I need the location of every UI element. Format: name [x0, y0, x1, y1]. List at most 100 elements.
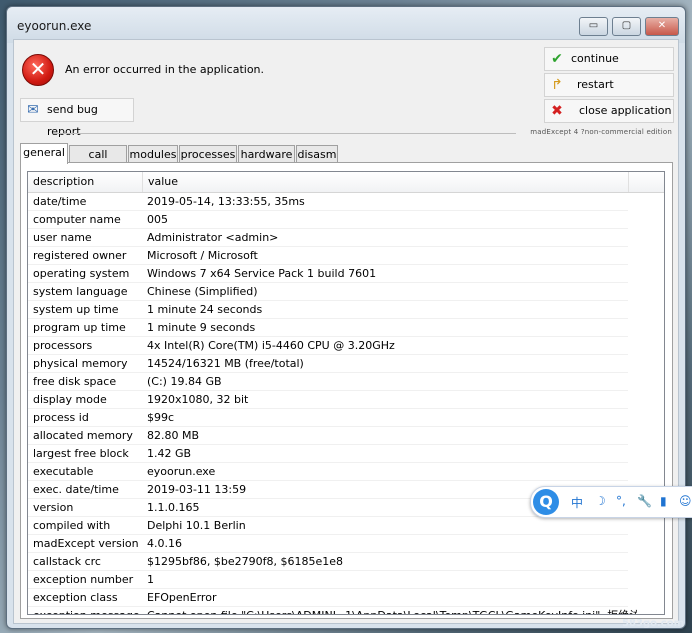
row-value: $99c [147, 411, 175, 424]
title-bar[interactable]: eyoorun.exe ▭ ▢ ✕ [7, 7, 685, 43]
row-description: user name [33, 231, 92, 244]
row-description: compiled with [33, 519, 111, 532]
table-row[interactable]: user name Administrator <admin> [28, 229, 628, 247]
table-row[interactable]: exception number 1 [28, 571, 628, 589]
close-x-icon: ✖ [551, 103, 563, 119]
row-description: computer name [33, 213, 121, 226]
row-value: Windows 7 x64 Service Pack 1 build 7601 [147, 267, 377, 280]
row-description: program up time [33, 321, 126, 334]
row-value: Administrator <admin> [147, 231, 279, 244]
window-title: eyoorun.exe [17, 19, 92, 33]
table-row[interactable]: processors 4x Intel(R) Core(TM) i5-4460 C… [28, 337, 628, 355]
table-row[interactable]: operating system Windows 7 x64 Service Pa… [28, 265, 628, 283]
table-row[interactable]: allocated memory 82.80 MB [28, 427, 628, 445]
table-row[interactable]: program up time 1 minute 9 seconds [28, 319, 628, 337]
table-row[interactable]: exception message Cannot open file "C:\Us… [28, 607, 637, 614]
row-description: exec. date/time [33, 483, 119, 496]
details-list[interactable]: description value date/time 2019-05-14, 1… [27, 171, 665, 615]
checkmark-icon: ✔ [551, 51, 563, 67]
row-description: registered owner [33, 249, 127, 262]
watermark: 583go.com [622, 618, 684, 629]
error-dialog-window: eyoorun.exe ▭ ▢ ✕ ✕ An error occurred in… [6, 6, 686, 629]
table-row[interactable]: process id $99c [28, 409, 628, 427]
ime-language[interactable]: 中 [571, 494, 583, 511]
table-row[interactable]: system language Chinese (Simplified) [28, 283, 628, 301]
row-description: madExcept version [33, 537, 139, 550]
error-message: An error occurred in the application. [65, 63, 265, 76]
row-value: EFOpenError [147, 591, 217, 604]
table-row[interactable]: physical memory 14524/16321 MB (free/tota… [28, 355, 628, 373]
table-row[interactable]: display mode 1920x1080, 32 bit [28, 391, 628, 409]
row-value: 1920x1080, 32 bit [147, 393, 249, 406]
general-panel: description value date/time 2019-05-14, 1… [20, 162, 673, 619]
tab-modules[interactable]: modules [128, 145, 178, 163]
tab-disasm[interactable]: disasm [296, 145, 338, 163]
row-description: allocated memory [33, 429, 133, 442]
close-application-button[interactable]: ✖ close application [544, 99, 674, 123]
send-bug-report-button[interactable]: ✉ send bug report [20, 98, 134, 138]
row-value: 82.80 MB [147, 429, 200, 442]
row-value: 1 [147, 573, 154, 586]
row-value: Microsoft / Microsoft [147, 249, 258, 262]
list-rows: date/time 2019-05-14, 13:33:55, 35ms compu… [28, 193, 637, 614]
column-header-description[interactable]: description [28, 172, 143, 192]
restart-application-button[interactable]: ↱ restart application [544, 73, 674, 113]
row-description: executable [33, 465, 94, 478]
row-value: 1.42 GB [147, 447, 192, 460]
envelope-icon: ✉ [27, 102, 39, 118]
tab-processes[interactable]: processes [179, 145, 237, 163]
row-value: (C:) 19.84 GB [147, 375, 222, 388]
table-row[interactable]: madExcept version 4.0.16 [28, 535, 628, 553]
table-row[interactable]: exception class EFOpenError [28, 589, 628, 607]
edition-label: madExcept 4 ?non-commercial edition [530, 128, 672, 136]
emoji-icon[interactable]: ☺ [679, 494, 692, 508]
table-row[interactable]: callstack crc $1295bf86, $be2790f8, $6185… [28, 553, 628, 571]
row-value: Chinese (Simplified) [147, 285, 258, 298]
row-value: 1 minute 24 seconds [147, 303, 263, 316]
row-value: 1 minute 9 seconds [147, 321, 256, 334]
close-window-button[interactable]: ✕ [645, 17, 679, 36]
moon-icon[interactable]: ☽ [595, 494, 606, 508]
row-value: 2019-05-14, 13:33:55, 35ms [147, 195, 305, 208]
maximize-button[interactable]: ▢ [612, 17, 641, 36]
table-row[interactable]: registered owner Microsoft / Microsoft [28, 247, 628, 265]
row-description: date/time [33, 195, 87, 208]
row-description: physical memory [33, 357, 128, 370]
row-description: display mode [33, 393, 107, 406]
dialog-client: ✕ An error occurred in the application. … [13, 39, 679, 624]
punctuation-icon[interactable]: °, [616, 494, 626, 508]
row-description: callstack crc [33, 555, 101, 568]
table-row[interactable]: compiled with Delphi 10.1 Berlin [28, 517, 628, 535]
row-description: largest free block [33, 447, 129, 460]
table-row[interactable]: date/time 2019-05-14, 13:33:55, 35ms [28, 193, 628, 211]
row-description: exception number [33, 573, 134, 586]
row-description: free disk space [33, 375, 117, 388]
tab-call-stacks[interactable]: call stacks [69, 145, 127, 178]
row-value: $1295bf86, $be2790f8, $6185e1e8 [147, 555, 343, 568]
column-header-value[interactable]: value [143, 172, 629, 192]
row-description: system up time [33, 303, 119, 316]
row-description: version [33, 501, 74, 514]
row-value: 14524/16321 MB (free/total) [147, 357, 304, 370]
minimize-button[interactable]: ▭ [579, 17, 608, 36]
table-row[interactable]: largest free block 1.42 GB [28, 445, 628, 463]
wrench-icon[interactable]: 🔧 [637, 494, 652, 508]
ime-logo-icon[interactable]: Q [533, 489, 559, 515]
tab-hardware[interactable]: hardware [238, 145, 295, 163]
row-value: eyoorun.exe [147, 465, 216, 478]
table-row[interactable]: computer name 005 [28, 211, 628, 229]
clipboard-icon[interactable]: ▮ [660, 494, 667, 508]
row-description: operating system [33, 267, 130, 280]
table-row[interactable]: executable eyoorun.exe [28, 463, 628, 481]
row-description: system language [33, 285, 128, 298]
tab-general[interactable]: general [20, 143, 68, 164]
row-value: Delphi 10.1 Berlin [147, 519, 246, 532]
ime-toolbar[interactable]: Q 中 ☽ °, 🔧 ▮ ☺ [530, 486, 692, 518]
row-value: 4x Intel(R) Core(TM) i5-4460 CPU @ 3.20G… [147, 339, 395, 352]
row-description: processors [33, 339, 93, 352]
continue-application-button[interactable]: ✔ continue application [544, 47, 674, 87]
row-value: Cannot open file "C:\Users\ADMINI~1\AppD… [147, 607, 637, 614]
table-row[interactable]: free disk space (C:) 19.84 GB [28, 373, 628, 391]
row-description: exception class [33, 591, 118, 604]
table-row[interactable]: system up time 1 minute 24 seconds [28, 301, 628, 319]
